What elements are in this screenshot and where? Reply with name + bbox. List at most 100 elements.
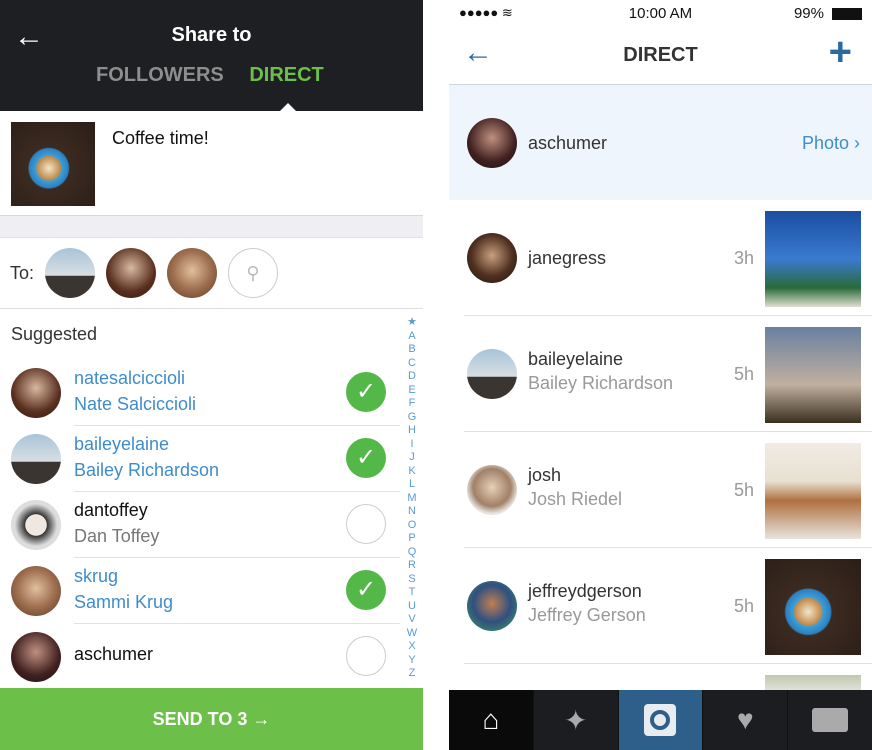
suggestion-row[interactable]: baileyelaine Bailey Richardson ✓ [0,426,400,492]
index-letter[interactable]: S [405,573,419,587]
index-letter[interactable]: F [405,397,419,411]
avatar [467,233,517,283]
home-icon[interactable]: ⌂ [449,690,534,750]
thread-fullname: Bailey Richardson [528,373,674,393]
index-letter[interactable]: R [405,559,419,573]
index-letter[interactable]: Z [405,667,419,681]
thread-fullname: Josh Riedel [528,489,623,509]
index-letter[interactable]: Y [405,654,419,668]
index-letter[interactable]: X [405,640,419,654]
photo-thumbnail[interactable] [765,211,861,307]
to-label: To: [10,263,35,283]
index-letter[interactable]: O [405,519,419,533]
thread-username: josh [528,465,562,485]
photo-thumbnail[interactable] [765,559,861,655]
index-letter[interactable]: C [405,357,419,371]
index-letter[interactable]: H [405,424,419,438]
battery-icon [832,8,862,20]
avatar [467,581,517,631]
page-title: Share to [171,24,252,46]
share-header: ← Share to FOLLOWERS DIRECT [0,0,423,111]
profile-icon[interactable] [788,690,872,750]
divider [464,663,872,664]
tab-followers[interactable]: FOLLOWERS [96,64,224,86]
thread-time: 5h [734,364,755,384]
index-letter[interactable]: L [405,478,419,492]
suggestion-username: skrug [74,566,119,586]
index-letter[interactable]: U [405,600,419,614]
index-letter[interactable]: I [405,438,419,452]
view-photo-link[interactable]: Photo › [802,133,860,154]
checkmark-selected-icon[interactable]: ✓ [346,372,386,412]
index-letter[interactable]: J [405,451,419,465]
search-recipient-button[interactable]: ⚲ [228,248,278,298]
index-letter[interactable]: B [405,343,419,357]
share-panel: ← Share to FOLLOWERS DIRECT Coffee time!… [0,0,423,750]
alphabet-index[interactable]: ★ A B C D E F G H I J K L M N O P Q R S T U V W X Y Z [405,316,419,681]
photo-thumbnail[interactable] [765,443,861,539]
photo-thumbnail[interactable] [765,327,861,423]
index-letter[interactable]: T [405,586,419,600]
thread-row[interactable]: josh Josh Riedel 5h [449,432,872,548]
divider-band [0,215,423,238]
divider [0,308,423,309]
battery-percent: 99% [793,5,824,22]
suggestion-fullname: Nate Salciccioli [74,394,197,414]
index-letter[interactable]: N [405,505,419,519]
direct-panel: ●●●●● ≋ 10:00 AM 99% ← DIRECT + aschumer… [449,0,872,750]
index-letter[interactable]: D [405,370,419,384]
thread-time: 5h [734,480,755,500]
tab-bar: ⌂ ✦ ♥ [449,690,872,750]
suggestion-row[interactable]: skrug Sammi Krug ✓ [0,558,400,624]
suggestion-row[interactable]: aschumer [0,624,400,690]
thread-username: aschumer [528,133,608,153]
avatar [11,500,61,550]
checkbox-unselected-icon[interactable] [346,504,386,544]
thread-row[interactable]: baileyelaine Bailey Richardson 5h [449,316,872,432]
suggestion-row[interactable]: natesalciccioli Nate Salciccioli ✓ [0,360,400,426]
checkbox-unselected-icon[interactable] [346,636,386,676]
tab-indicator [280,103,296,111]
suggestion-fullname: Dan Toffey [74,526,160,546]
suggestion-row[interactable]: dantoffey Dan Toffey [0,492,400,558]
recipient-avatar[interactable] [167,248,217,298]
avatar [11,368,61,418]
camera-icon[interactable] [618,690,704,750]
index-letter[interactable]: A [405,330,419,344]
tab-direct[interactable]: DIRECT [249,64,323,86]
thread-row[interactable]: aschumer Photo › [449,85,872,200]
thread-time: 5h [734,596,755,616]
thread-row[interactable]: jeffreydgerson Jeffrey Gerson 5h [449,548,872,664]
recipient-avatar[interactable] [106,248,156,298]
index-letter[interactable]: ★ [405,316,419,330]
caption-text[interactable]: Coffee time! [112,128,209,149]
thread-time: 3h [734,248,755,268]
explore-icon[interactable]: ✦ [534,690,619,750]
suggestion-username: natesalciccioli [74,368,186,388]
new-message-plus-icon[interactable]: + [829,30,852,75]
send-button[interactable]: SEND TO 3 → [0,688,423,750]
thread-username: janegress [528,248,607,268]
index-letter[interactable]: K [405,465,419,479]
suggestion-username: dantoffey [74,500,148,520]
index-letter[interactable]: Q [405,546,419,560]
photo-thumbnail[interactable] [765,675,861,690]
avatar [11,632,61,682]
status-bar: ●●●●● ≋ 10:00 AM 99% [449,0,872,28]
index-letter[interactable]: P [405,532,419,546]
suggestion-username: baileyelaine [74,434,170,454]
checkmark-selected-icon[interactable]: ✓ [346,570,386,610]
thread-username: baileyelaine [528,349,624,369]
page-title: DIRECT [623,44,698,66]
recipient-avatar[interactable] [45,248,95,298]
avatar [467,349,517,399]
thread-username: jeffreydgerson [528,581,642,601]
index-letter[interactable]: E [405,384,419,398]
index-letter[interactable]: V [405,613,419,627]
index-letter[interactable]: W [405,627,419,641]
checkmark-selected-icon[interactable]: ✓ [346,438,386,478]
thread-row[interactable]: janegress 3h [449,200,872,316]
index-letter[interactable]: G [405,411,419,425]
index-letter[interactable]: M [405,492,419,506]
activity-icon[interactable]: ♥ [703,690,789,750]
